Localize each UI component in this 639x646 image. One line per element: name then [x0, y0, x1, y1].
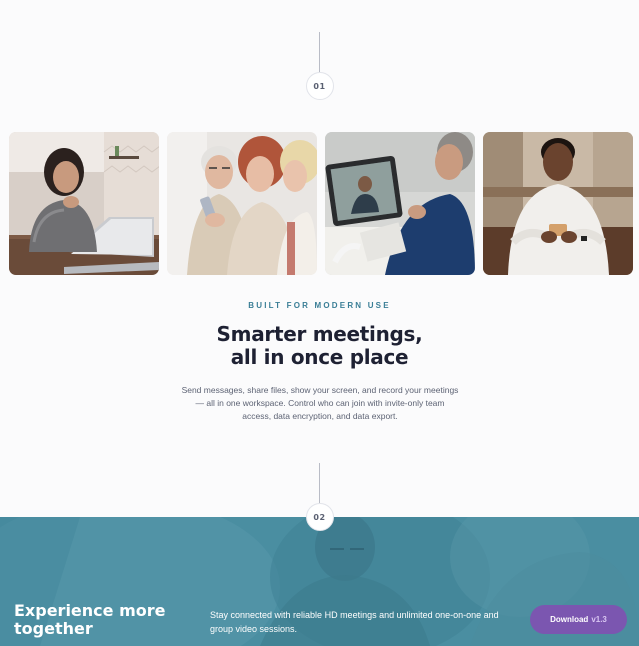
- step-indicator-02: 02: [305, 463, 334, 531]
- headline-line-1: Smarter meetings,: [216, 322, 423, 346]
- banner-description: Stay connected with reliable HD meetings…: [210, 610, 499, 634]
- step-number-02: 02: [305, 503, 334, 531]
- step-number-01: 01: [305, 72, 334, 100]
- step-indicator-01: 01: [305, 32, 334, 100]
- connector-line: [319, 463, 320, 503]
- section-headline: Smarter meetings, all in once place: [0, 323, 639, 369]
- photo-three-women-phone: [167, 132, 317, 275]
- download-button-label: Download: [550, 615, 589, 624]
- photo-man-smiling-phone: [483, 132, 633, 275]
- photo-gallery: [9, 132, 633, 275]
- photo-man-video-call: [325, 132, 475, 275]
- section-description: Send messages, share files, show your sc…: [181, 385, 459, 421]
- headline-line-2: all in once place: [230, 345, 409, 369]
- connector-line: [319, 32, 320, 72]
- download-button[interactable]: Download v1.3: [530, 605, 627, 634]
- section-kicker: BUILT FOR MODERN USE: [248, 301, 391, 310]
- cta-banner: Experience more together Stay connected …: [0, 517, 639, 646]
- download-version: v1.3: [591, 615, 607, 624]
- photo-woman-laptop: [9, 132, 159, 275]
- banner-title: Experience more together: [14, 601, 166, 638]
